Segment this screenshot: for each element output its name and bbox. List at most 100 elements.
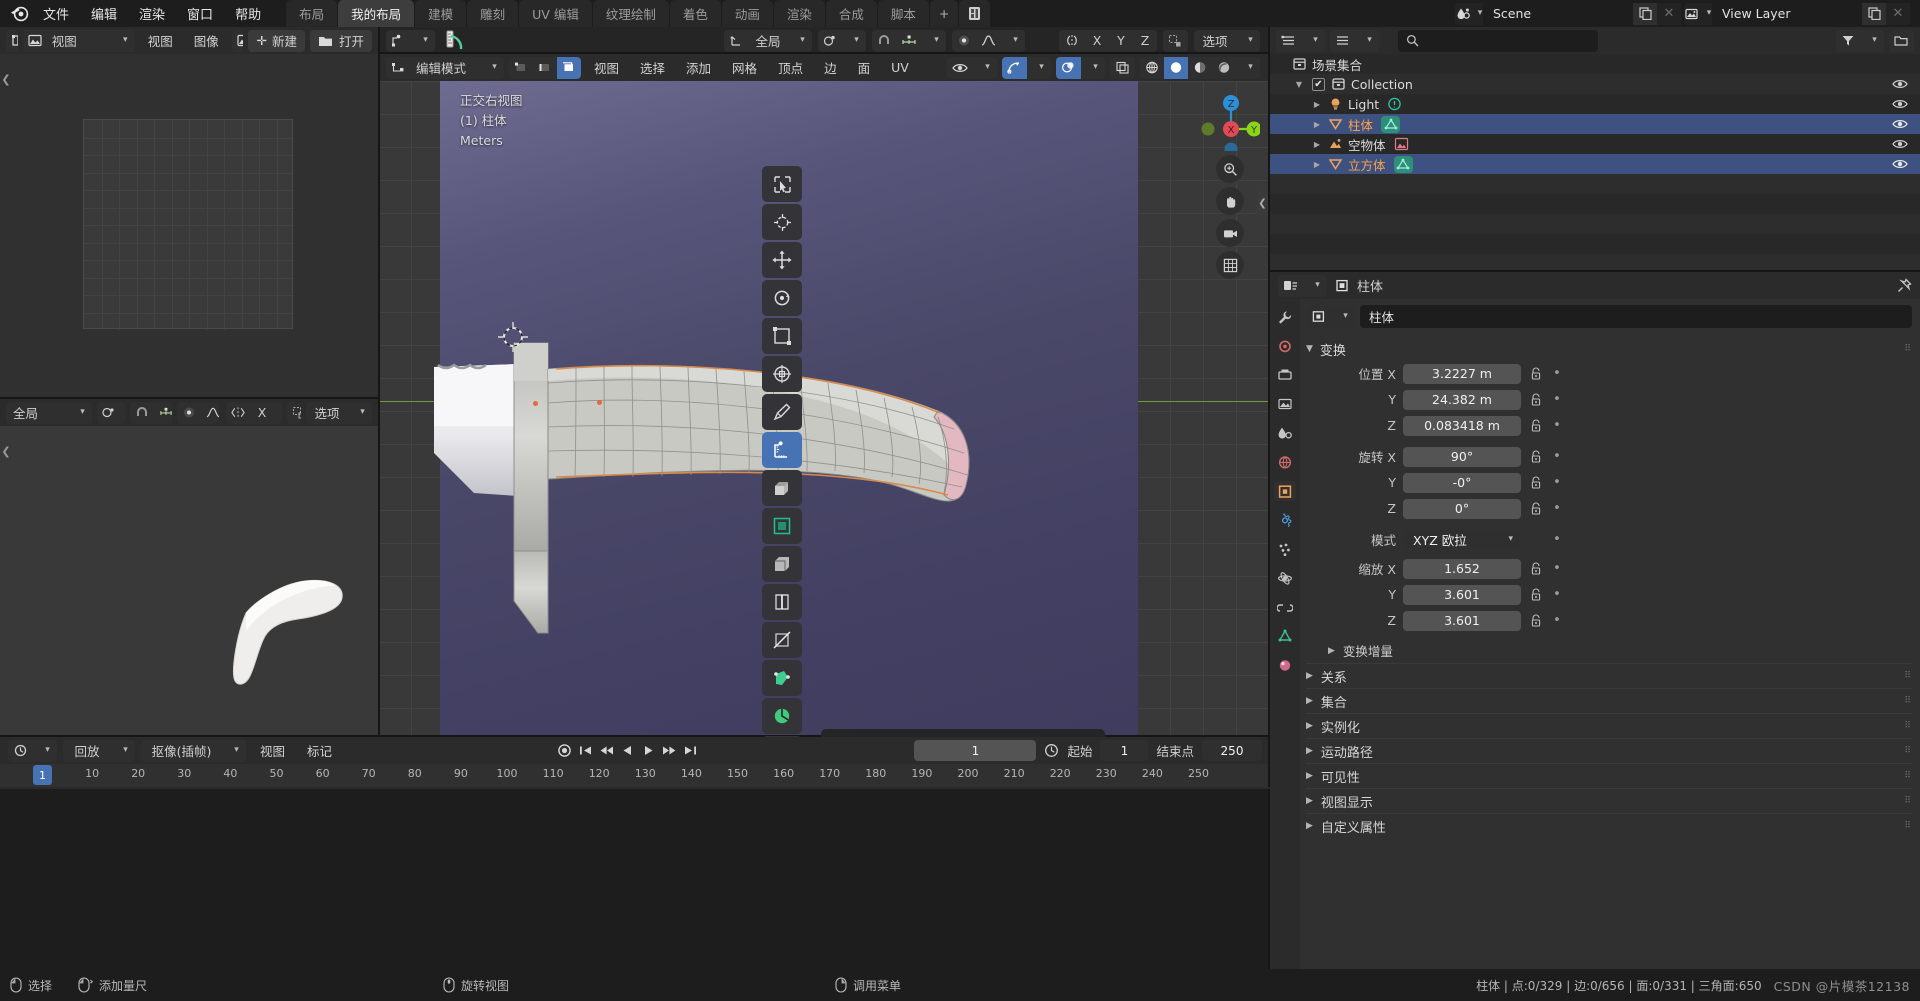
symmetry-y[interactable]: Y: [1109, 30, 1133, 52]
workspace-tab-shading[interactable]: 着色: [669, 0, 721, 27]
panel-collections[interactable]: ▶ 集合 ⠿: [1306, 688, 1912, 713]
tool-move[interactable]: [762, 242, 802, 278]
viewport-menu-edge[interactable]: 边: [816, 57, 845, 79]
tool-rotate[interactable]: [762, 280, 802, 316]
area-splitter-vertical-right[interactable]: [1268, 27, 1270, 969]
tool-inset-faces[interactable]: [762, 508, 802, 544]
tab-material[interactable]: [1274, 655, 1296, 675]
timeline-playhead[interactable]: 1: [33, 765, 52, 785]
workspace-tab-animation[interactable]: 动画: [721, 0, 773, 27]
location-x-field[interactable]: 3.2227 m: [1403, 363, 1521, 384]
tab-particles[interactable]: [1274, 539, 1296, 559]
lock-rotation-y-icon[interactable]: [1528, 476, 1544, 489]
blender-logo-icon[interactable]: [6, 3, 32, 25]
panel-viewport-display[interactable]: ▶ 视图显示 ⠿: [1306, 788, 1912, 813]
remove-scene-button[interactable]: ✕: [1657, 2, 1681, 25]
mesh-data-icon[interactable]: [1381, 115, 1401, 133]
disclosure-triangle[interactable]: ▶: [1310, 140, 1324, 149]
pin-icon[interactable]: [1897, 278, 1912, 293]
light-visibility-toggle[interactable]: [1892, 98, 1908, 110]
viewport-menu-add[interactable]: 添加: [678, 57, 719, 79]
lock-scale-z-icon[interactable]: [1528, 614, 1544, 627]
mini-transform-orientation[interactable]: 全局 ▾: [6, 401, 92, 424]
disclosure-triangle[interactable]: ▶: [1310, 100, 1324, 109]
uv-menu-image[interactable]: 图像: [186, 30, 227, 52]
lock-location-x-icon[interactable]: [1528, 367, 1544, 380]
object-datablock-selector[interactable]: ▾: [1306, 305, 1355, 328]
image-data-icon[interactable]: [1394, 137, 1409, 151]
operator-title-row[interactable]: ▼ 合并: [821, 735, 1105, 737]
panel-visibility[interactable]: ▶ 可见性 ⠿: [1306, 763, 1912, 788]
outliner-row-empty[interactable]: ▶ 空物体: [1270, 134, 1920, 154]
outliner-row-collection[interactable]: ▼ ✔ Collection: [1270, 74, 1920, 94]
collection-visibility-toggle[interactable]: [1892, 78, 1908, 90]
uv-editor-canvas[interactable]: ❮: [0, 54, 378, 399]
shading-mode-group[interactable]: ▾: [1140, 56, 1260, 79]
uv-display-mode-selector[interactable]: 视图 ▾: [22, 29, 135, 52]
outliner[interactable]: 场景集合 ▼ ✔ Collection ▶ Light ▶ 柱体 ▶ 空物体 ▶…: [1270, 54, 1920, 274]
workspace-tab-modeling[interactable]: 建模: [415, 0, 467, 27]
properties-editor[interactable]: ▾ 柱体 ▼ 变换 ⠿ 位置 X 3.2227 m • Y 24.382 m •: [1270, 299, 1920, 969]
menu-window[interactable]: 窗口: [176, 3, 224, 25]
jump-to-end-button[interactable]: [682, 741, 699, 761]
new-view-layer-button[interactable]: [1862, 2, 1886, 25]
tab-scene[interactable]: [1274, 423, 1296, 443]
outliner-row-light[interactable]: ▶ Light: [1270, 94, 1920, 114]
scale-y-field[interactable]: 3.601: [1403, 584, 1521, 605]
tab-world[interactable]: [1274, 452, 1296, 472]
mini-snap-pivot[interactable]: ▾: [97, 401, 125, 424]
xray-toggle[interactable]: [1110, 56, 1135, 79]
object-name-field[interactable]: 柱体: [1360, 305, 1912, 328]
camera-view-button[interactable]: [1216, 219, 1244, 247]
new-image-button[interactable]: ✛ 新建: [248, 29, 305, 52]
lock-rotation-x-icon[interactable]: [1528, 450, 1544, 463]
viewport-menu-select[interactable]: 选择: [632, 57, 673, 79]
panel-relations[interactable]: ▶ 关系 ⠿: [1306, 663, 1912, 688]
tool-annotate[interactable]: [762, 394, 802, 430]
outliner-filter[interactable]: ▾: [1836, 29, 1884, 52]
visibility-selector[interactable]: ▾: [947, 56, 997, 79]
workspace-tab-layout[interactable]: 布局: [286, 0, 338, 27]
tab-render[interactable]: [1274, 336, 1296, 356]
area-splitter-viewport-tools[interactable]: [378, 52, 1268, 54]
lock-scale-x-icon[interactable]: [1528, 562, 1544, 575]
disclosure-triangle-icon[interactable]: ▼: [1306, 344, 1313, 354]
end-frame-field[interactable]: 250: [1202, 740, 1262, 761]
delta-transform-panel[interactable]: ▶ 变换增量: [1306, 638, 1912, 663]
mesh-select-mode-group[interactable]: [509, 56, 581, 79]
cylinder-visibility-toggle[interactable]: [1892, 118, 1908, 130]
start-frame-field[interactable]: 1: [1100, 740, 1149, 761]
panel-custom-properties[interactable]: ▶ 自定义属性 ⠿: [1306, 813, 1912, 838]
axis-gizmo[interactable]: Z X Y: [1200, 89, 1260, 151]
play-reverse-button[interactable]: [619, 741, 636, 761]
uv-menu-view[interactable]: 视图: [140, 30, 181, 52]
symmetry-z[interactable]: Z: [1133, 30, 1157, 52]
tab-tool[interactable]: [1274, 307, 1296, 327]
scene-selector[interactable]: ▾ Scene ✕: [1455, 2, 1681, 25]
workspace-tab-compositing[interactable]: 合成: [825, 0, 877, 27]
area-splitter-vertical-left[interactable]: [378, 27, 380, 737]
view-layer-selector[interactable]: ▾ View Layer ✕: [1684, 2, 1910, 25]
tool-knife[interactable]: [762, 622, 802, 658]
scale-x-field[interactable]: 1.652: [1403, 558, 1521, 579]
open-image-button[interactable]: 打开: [309, 29, 372, 52]
timeline-editor-type[interactable]: ▾: [8, 739, 57, 762]
viewport-menu-view[interactable]: 视图: [586, 57, 627, 79]
workspace-icon-tab[interactable]: [959, 0, 991, 27]
active-tool-selector[interactable]: ▾: [386, 29, 435, 52]
tab-modifiers[interactable]: [1274, 510, 1296, 530]
tab-output[interactable]: [1274, 365, 1296, 385]
symmetry-x[interactable]: X: [1085, 30, 1109, 52]
record-button[interactable]: [556, 741, 573, 761]
tool-select-box[interactable]: [762, 166, 802, 202]
panel-instancing[interactable]: ▶ 实例化 ⠿: [1306, 713, 1912, 738]
area-splitter-horizontal-right[interactable]: [1270, 270, 1920, 272]
workspace-tab-scripting[interactable]: 脚本: [877, 0, 929, 27]
next-keyframe-button[interactable]: [661, 741, 678, 761]
timeline-menu-marker[interactable]: 标记: [299, 740, 340, 762]
tab-constraints[interactable]: [1274, 597, 1296, 617]
timeline-menu-playback[interactable]: 回放 ▾: [63, 739, 135, 762]
workspace-tab-sculpting[interactable]: 雕刻: [467, 0, 519, 27]
viewport-menu-vertex[interactable]: 顶点: [770, 57, 811, 79]
mini-snapping[interactable]: ▾: [129, 401, 172, 424]
